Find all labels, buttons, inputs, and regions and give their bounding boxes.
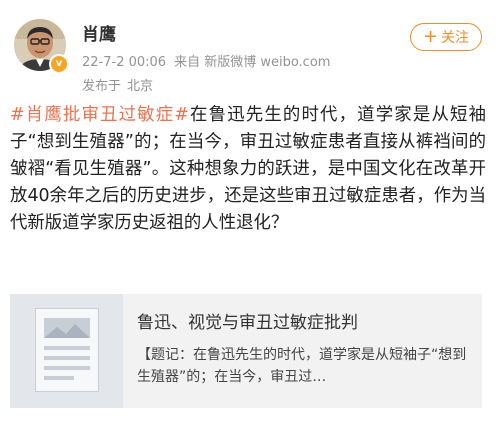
location-place: 北京 xyxy=(127,79,154,94)
follow-label: 关注 xyxy=(441,30,470,46)
post-content: #肖鹰批审丑过敏症#在鲁迅先生的时代，道学家是从短袖子“想到生殖器”的；在当今，… xyxy=(10,102,486,237)
post-location: 发布于 北京 xyxy=(82,75,153,94)
verified-badge-icon: v xyxy=(49,54,69,74)
post-source: 来自 新版微博 weibo.com xyxy=(174,55,331,70)
post-timestamp[interactable]: 22-7-2 00:06 xyxy=(82,55,166,70)
follow-button[interactable]: + 关注 xyxy=(410,23,482,51)
author-name[interactable]: 肖鹰 xyxy=(82,20,116,45)
location-label: 发布于 xyxy=(82,79,122,94)
plus-icon: + xyxy=(422,26,439,47)
article-card[interactable]: 鲁迅、视觉与审丑过敏症批判 【题记：在鲁迅先生的时代，道学家是从短袖子“想到生殖… xyxy=(10,294,482,408)
hashtag-link[interactable]: #肖鹰批审丑过敏症# xyxy=(10,105,189,125)
article-thumbnail xyxy=(10,294,123,408)
article-summary: 【题记：在鲁迅先生的时代，道学家是从短袖子“想到生殖器”的；在当今，审丑过… xyxy=(137,347,467,385)
document-icon xyxy=(35,308,99,392)
post-meta: 22-7-2 00:06 来自 新版微博 weibo.com xyxy=(82,51,338,70)
article-title: 鲁迅、视觉与审丑过敏症批判 xyxy=(137,313,358,333)
